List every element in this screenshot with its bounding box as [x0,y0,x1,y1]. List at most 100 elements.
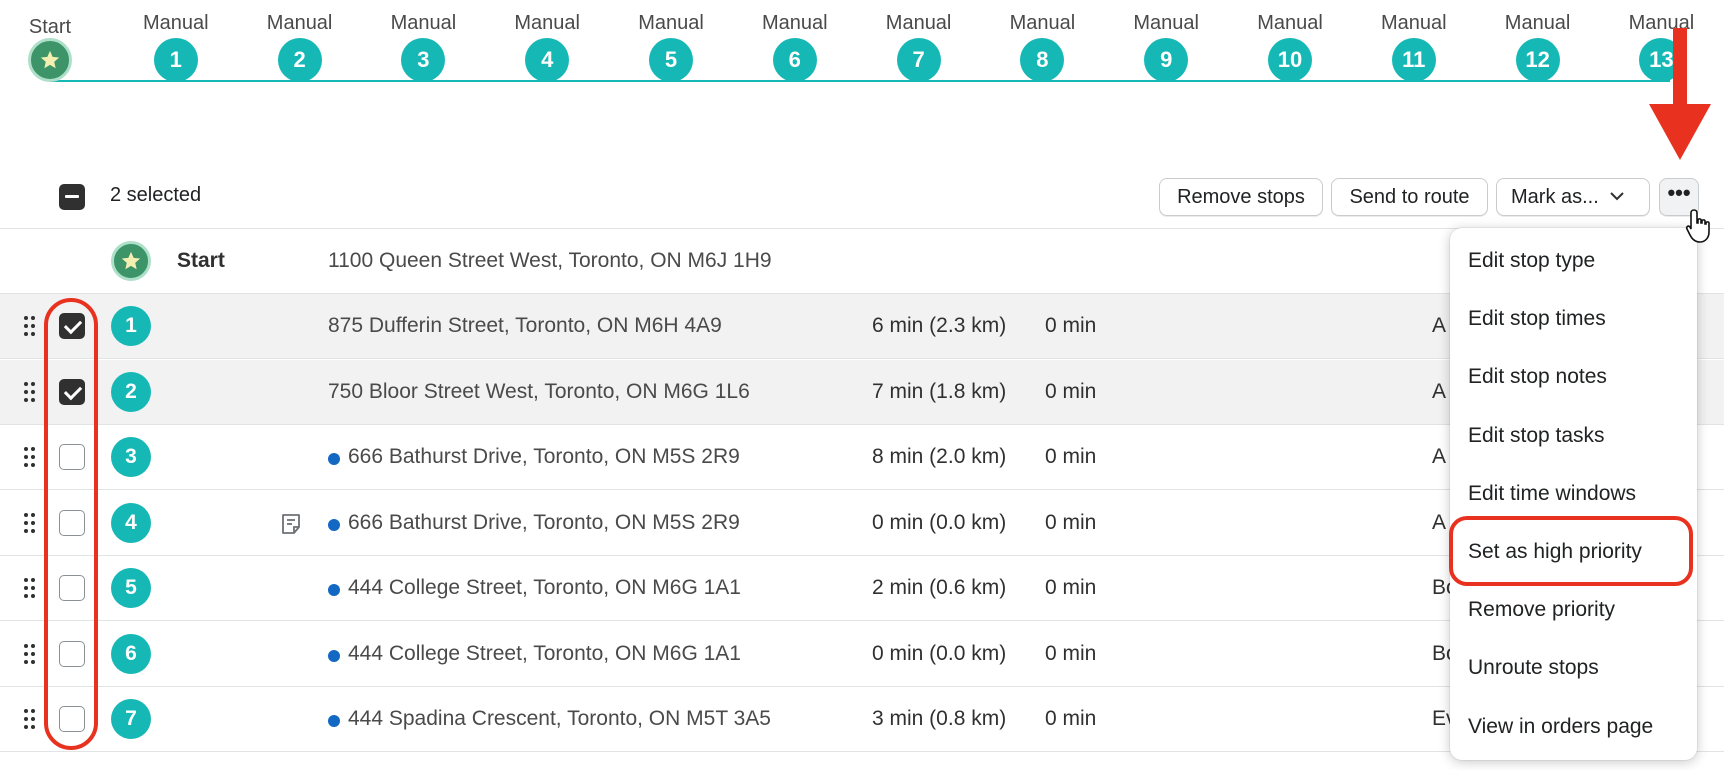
stop-address: 875 Dufferin Street, Toronto, ON M6H 4A9 [328,314,722,337]
timeline-step-start[interactable]: Start [0,0,110,82]
drag-handle-icon[interactable] [24,709,38,731]
stop-drive-time: 7 min (1.8 km) [872,379,1007,403]
timeline-stop-badge: 7 [896,38,941,82]
red-arrow-icon [1649,28,1711,160]
timeline-step[interactable]: Manual 12 [1478,0,1598,82]
stop-extra-column: A [1432,510,1447,534]
status-dot [328,518,340,531]
timeline-step-label: Manual [142,12,209,34]
menu-item-edit-stop-notes[interactable]: Edit stop notes [1468,365,1607,389]
timeline-step[interactable]: Manual 9 [1106,0,1226,82]
stop-drive-time: 3 min (0.8 km) [872,707,1007,730]
bulk-actions-toolbar: 2 selected Remove stops Send to route Ma… [0,172,1724,228]
timeline-stop-badge: 10 [1268,38,1312,82]
drag-handle-icon[interactable] [24,316,38,338]
timeline-step-label: Manual [514,12,580,34]
timeline-stop-badge: 4 [525,38,570,82]
menu-item-edit-stop-tasks[interactable]: Edit stop tasks [1468,424,1605,448]
timeline-step-label: Start [28,16,72,38]
stop-address: 666 Bathurst Drive, Toronto, ON M5S 2R9 [348,445,740,468]
drag-handle-icon[interactable] [24,578,38,600]
chevron-down-icon [1609,188,1625,206]
start-address: 1100 Queen Street West, Toronto, ON M6J … [328,249,772,272]
route-timeline: Start Manual 1 Manual 2 Manual 3 Manual 4 Manual 5… [0,0,1724,130]
timeline-stop-badge: 1 [153,38,198,82]
timeline-step-label: Manual [885,12,952,34]
send-to-route-button[interactable]: Send to route [1331,178,1488,216]
stop-drive-time: 0 min (0.0 km) [872,510,1007,534]
start-star-icon [28,38,72,82]
stop-extra-column: A [1432,445,1447,468]
note-icon[interactable] [279,512,303,536]
timeline-step[interactable]: Manual 1 [116,0,236,82]
timeline-step[interactable]: Manual 11 [1354,0,1474,82]
timeline-stop-badge: 12 [1515,38,1560,82]
stop-address: 444 Spadina Crescent, Toronto, ON M5T 3A… [348,707,771,730]
stop-number-badge: 4 [111,502,151,543]
timeline-step-label: Manual [266,12,333,34]
menu-item-unroute-stops[interactable]: Unroute stops [1468,656,1599,680]
stop-drive-time: 8 min (2.0 km) [872,445,1007,468]
remove-stops-button[interactable]: Remove stops [1159,178,1323,216]
timeline-stop-badge: 2 [277,38,322,82]
stop-drive-time: 0 min (0.0 km) [872,641,1007,665]
mark-as-button[interactable]: Mark as... [1496,178,1650,216]
stop-number-badge: 6 [111,633,151,674]
menu-item-remove-priority[interactable]: Remove priority [1468,598,1615,622]
timeline-step-label: Manual [1257,12,1323,34]
stop-drive-time: 2 min (0.6 km) [872,576,1007,599]
start-star-icon [111,241,151,281]
timeline-step-label: Manual [1380,12,1447,34]
stop-number-badge: 3 [111,437,151,477]
select-all-checkbox[interactable] [59,184,85,210]
stop-number-badge: 1 [111,306,151,346]
timeline-step-label: Manual [761,12,828,34]
stop-address: 666 Bathurst Drive, Toronto, ON M5S 2R9 [348,510,740,534]
menu-item-edit-time-windows[interactable]: Edit time windows [1468,482,1636,506]
checkbox-highlight-annotation [44,298,98,750]
timeline-step[interactable]: Manual 7 [859,0,979,82]
stop-drive-time: 6 min (2.3 km) [872,314,1007,337]
timeline-stop-badge: 11 [1391,38,1436,82]
menu-item-edit-stop-times[interactable]: Edit stop times [1468,307,1606,331]
timeline-step[interactable]: Manual 2 [240,0,360,82]
timeline-step[interactable]: Manual 4 [487,0,607,82]
more-dots-icon: ••• [1667,180,1691,205]
stop-number-badge: 2 [111,371,151,412]
menu-item-edit-stop-type[interactable]: Edit stop type [1468,249,1595,273]
stop-extra-column: A [1432,379,1447,403]
timeline-step[interactable]: Manual 3 [363,0,483,82]
mark-as-label: Mark as... [1511,185,1599,208]
timeline-step[interactable]: Manual 10 [1230,0,1350,82]
drag-handle-icon[interactable] [24,643,38,666]
timeline-step-label: Manual [390,12,457,34]
timeline-step[interactable]: Manual 8 [982,0,1102,82]
timeline-step[interactable]: Manual 5 [611,0,731,82]
status-dot [328,649,340,662]
timeline-step-label: Manual [1009,12,1076,34]
stop-address: 750 Bloor Street West, Toronto, ON M6G 1… [328,379,750,403]
status-dot [328,715,340,727]
menu-item-view-in-orders-page[interactable]: View in orders page [1468,715,1653,739]
timeline-stop-badge: 8 [1020,38,1065,82]
stop-service-time: 0 min [1045,314,1097,337]
timeline-step-label: Manual [638,12,704,34]
stop-service-time: 0 min [1045,510,1097,534]
timeline-step-label: Manual [1133,12,1199,34]
stop-extra-column: A [1432,314,1447,337]
timeline-step[interactable]: Manual 6 [735,0,855,82]
drag-handle-icon[interactable] [24,447,38,469]
stop-address: 444 College Street, Toronto, ON M6G 1A1 [348,641,741,665]
stop-number-badge: 7 [111,699,151,739]
more-actions-menu: Edit stop type Edit stop times Edit stop n… [1450,228,1697,760]
stop-service-time: 0 min [1045,445,1097,468]
status-dot [328,453,340,465]
stop-service-time: 0 min [1045,707,1097,730]
timeline-stop-badge: 6 [772,38,817,82]
stop-service-time: 0 min [1045,379,1097,403]
drag-handle-icon[interactable] [24,512,38,535]
timeline-step-label: Manual [1504,12,1571,34]
stop-address: 444 College Street, Toronto, ON M6G 1A1 [348,576,741,599]
drag-handle-icon[interactable] [24,381,38,404]
selected-count: 2 selected [110,184,202,206]
